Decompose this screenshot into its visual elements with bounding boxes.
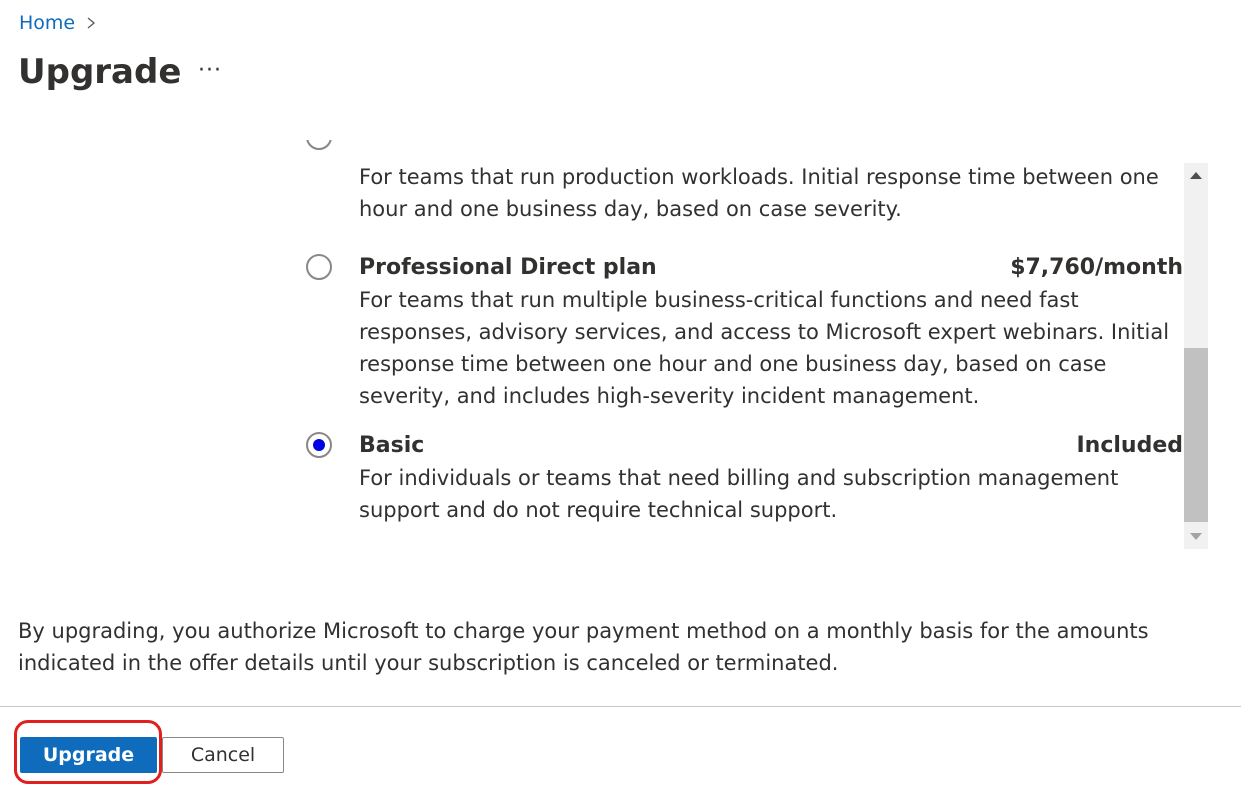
plan-radio-selected[interactable]	[306, 432, 332, 458]
upgrade-button[interactable]: Upgrade	[20, 737, 157, 773]
scroll-up-arrow-icon[interactable]	[1190, 172, 1202, 179]
plan-name: Basic	[359, 433, 425, 458]
plan-list-scrollbar[interactable]	[1184, 163, 1208, 549]
scroll-down-arrow-icon[interactable]	[1190, 533, 1202, 540]
plan-name: Professional Direct plan	[359, 255, 657, 280]
plan-radio[interactable]	[306, 254, 332, 280]
plan-radio[interactable]	[306, 140, 332, 150]
plan-price: $7,760/month	[1010, 255, 1183, 280]
plan-list[interactable]: For teams that run production workloads.…	[290, 140, 1185, 550]
breadcrumb-home-link[interactable]: Home	[19, 12, 75, 34]
chevron-right-icon	[87, 17, 96, 29]
plan-price: Included	[1076, 433, 1183, 458]
authorization-notice: By upgrading, you authorize Microsoft to…	[18, 619, 1149, 675]
breadcrumb: Home	[19, 12, 97, 34]
plan-header: Basic Included	[359, 433, 1183, 458]
more-options-button[interactable]: ···	[198, 58, 222, 83]
cancel-button[interactable]: Cancel	[162, 737, 284, 773]
plan-description: For teams that run multiple business-cri…	[359, 288, 1170, 408]
plan-description: For teams that run production workloads.…	[359, 165, 1159, 221]
page-title: Upgrade	[18, 52, 182, 92]
scrollbar-thumb[interactable]	[1184, 348, 1208, 522]
plan-description: For individuals or teams that need billi…	[359, 466, 1119, 522]
footer-divider	[0, 706, 1241, 707]
plan-header: Professional Direct plan $7,760/month	[359, 255, 1183, 280]
